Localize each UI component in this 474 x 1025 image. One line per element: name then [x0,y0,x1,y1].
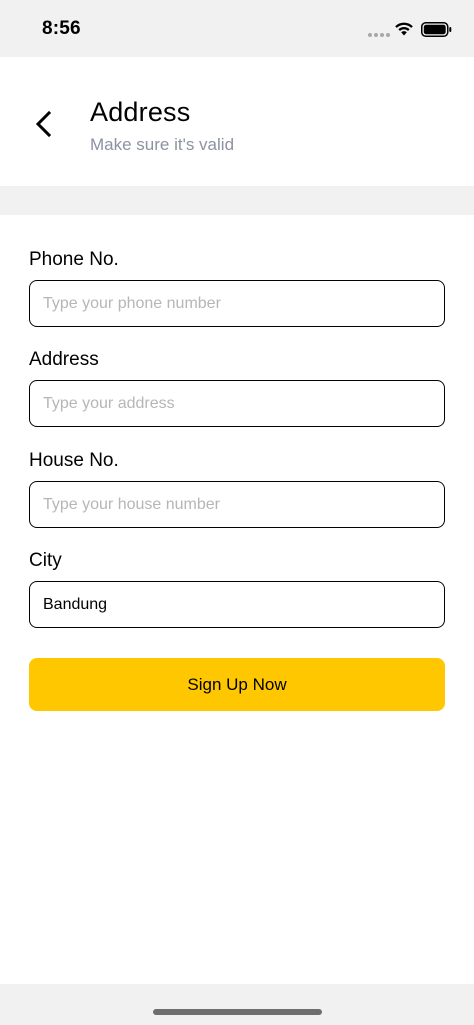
battery-icon [421,22,452,37]
address-input[interactable] [29,380,445,427]
sign-up-button[interactable]: Sign Up Now [29,658,445,711]
city-label: City [29,550,62,571]
house-number-label: House No. [29,450,119,471]
section-divider [0,186,474,215]
signal-dots-icon [368,33,390,37]
city-input[interactable] [29,581,445,628]
bottom-bar [0,984,474,1025]
address-label: Address [29,349,99,370]
page-subtitle: Make sure it's valid [90,135,235,154]
status-time: 8:56 [42,18,81,39]
house-number-input[interactable] [29,481,445,528]
page-title: Address [90,97,191,127]
home-indicator[interactable] [153,1009,322,1015]
chevron-left-icon [35,110,52,138]
header: Address Make sure it's valid [0,57,474,186]
back-button[interactable] [28,108,60,140]
phone-label: Phone No. [29,249,119,270]
wifi-icon [395,22,413,36]
phone-input[interactable] [29,280,445,327]
status-bar: 8:56 [0,0,474,57]
